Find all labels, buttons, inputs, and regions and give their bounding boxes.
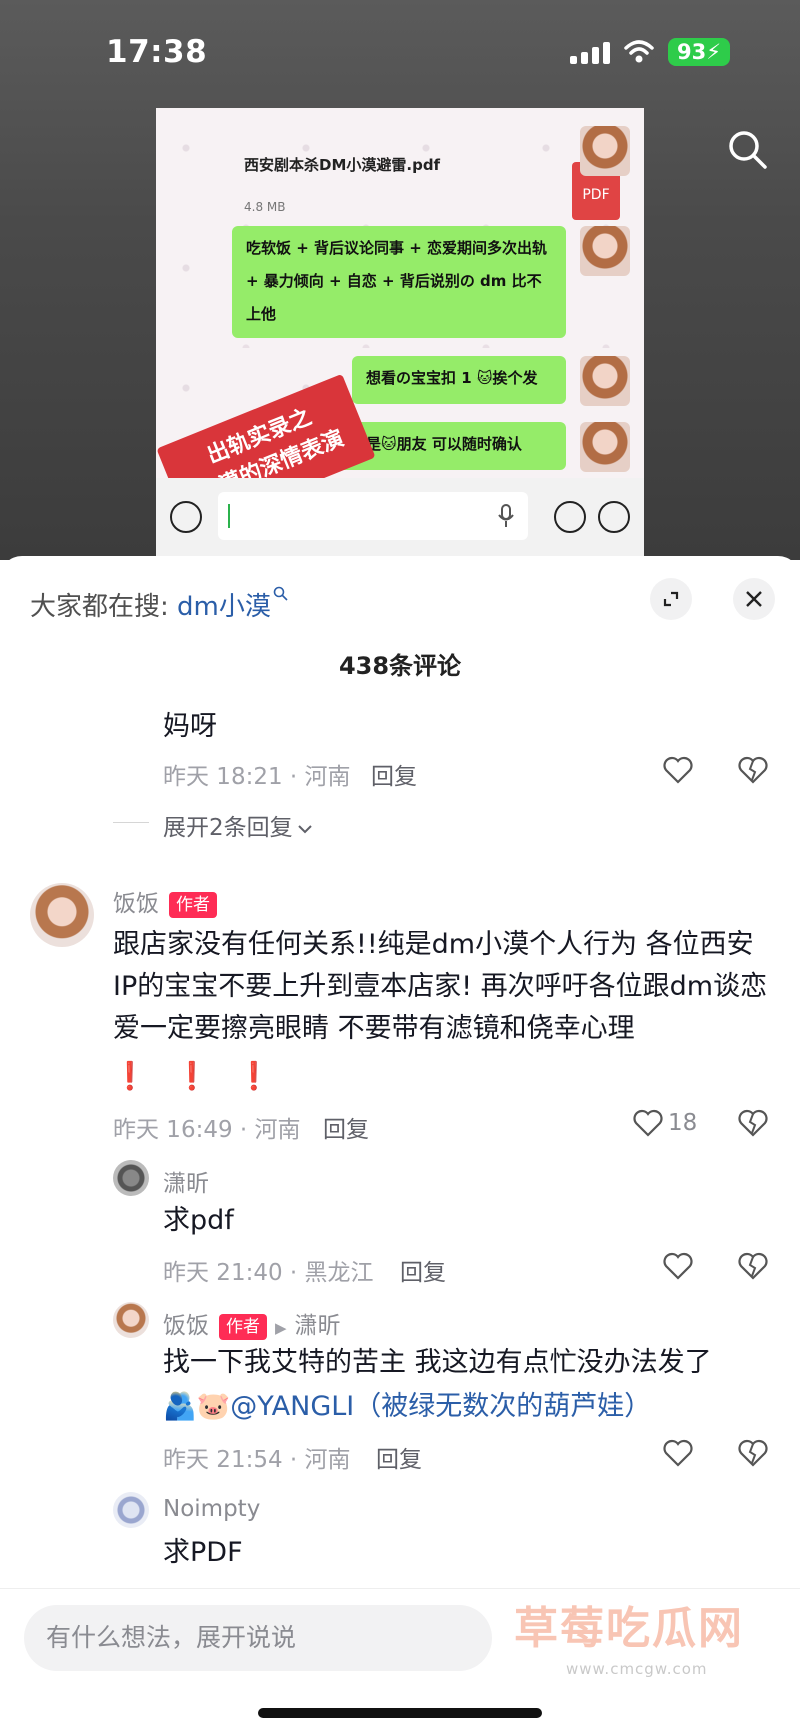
close-icon[interactable] (733, 578, 775, 620)
search-icon (273, 586, 288, 601)
chat-bubble: 吃软饭 + 背后议论同事 + 恋爱期间多次出轨+ 暴力倾向 + 自恋 + 背后说… (232, 226, 566, 338)
comment-author[interactable]: 饭饭 作者 ▶ 潇昕 (163, 1306, 341, 1340)
author-badge: 作者 (169, 891, 217, 918)
reply-to-name: 潇昕 (294, 1313, 341, 1339)
avatar[interactable] (30, 883, 94, 947)
like-heart-icon[interactable] (662, 1438, 694, 1468)
avatar[interactable] (113, 1160, 149, 1196)
chat-input-bar (156, 478, 644, 556)
dislike-heart-icon[interactable] (737, 1438, 769, 1468)
file-size: 4.8 MB (244, 200, 286, 214)
like-heart-icon[interactable] (662, 1251, 694, 1281)
status-indicators: 93⚡ (570, 38, 730, 66)
reply-arrow-icon: ▶ (275, 1319, 287, 1337)
mention-link[interactable]: @YANGLI（被绿无数次的葫芦娃） (230, 1391, 651, 1422)
cellular-signal-icon (570, 40, 611, 64)
video-frame[interactable]: 西安剧本杀DM小漠避雷.pdf 4.8 MB PDF 吃软饭 + 背后议论同事 … (156, 108, 644, 556)
battery-level: 93 (677, 40, 707, 64)
comment-meta: 昨天 21:54 · 河南 (163, 1447, 351, 1473)
comment-text: 妈呀 (163, 711, 217, 742)
voice-icon (170, 501, 202, 533)
comment-author[interactable]: 潇昕 (163, 1164, 209, 1198)
comment-text: 求pdf (163, 1205, 234, 1236)
chat-avatar (580, 422, 630, 472)
hot-search[interactable]: 大家都在搜: dm小漠 (30, 586, 289, 623)
dislike-heart-icon[interactable] (737, 1251, 769, 1281)
author-name: 饭饭 (113, 891, 159, 917)
search-icon[interactable] (726, 128, 768, 170)
like-heart-icon[interactable] (632, 1108, 664, 1138)
reply-button[interactable]: 回复 (323, 1110, 369, 1144)
microphone-icon (498, 504, 514, 527)
comment-input[interactable]: 有什么想法，展开说说 (24, 1605, 492, 1671)
comment-text: 找一下我艾特的苦主 我这边有点忙没办法发了 (163, 1347, 712, 1378)
avatar[interactable] (113, 1492, 149, 1528)
comment-emoji-mention: 🫂🐷@YANGLI（被绿无数次的葫芦娃） (163, 1386, 651, 1428)
battery-indicator: 93⚡ (668, 38, 730, 66)
hot-search-prefix: 大家都在搜: (30, 592, 169, 622)
chevron-down-icon (297, 825, 312, 834)
wifi-icon (624, 40, 654, 63)
author-name: 饭饭 (163, 1313, 209, 1339)
avatar[interactable] (113, 1302, 149, 1338)
dislike-heart-icon[interactable] (737, 1108, 769, 1138)
comment-emoji: 🫂🐷 (163, 1391, 231, 1422)
comment-author[interactable]: Noimpty (163, 1496, 260, 1522)
plus-icon (598, 501, 630, 533)
like-heart-icon[interactable] (662, 755, 694, 785)
comment-text: 跟店家没有任何关系!!纯是dm小漠个人行为 各位西安IP的宝宝不要上升到壹本店家… (113, 929, 768, 1044)
chat-input-field (218, 492, 528, 540)
comment-count: 438条评论 (338, 652, 462, 680)
dislike-heart-icon[interactable] (737, 755, 769, 785)
expand-replies-button[interactable]: 展开2条回复 (163, 808, 313, 842)
like-count: 18 (668, 1110, 698, 1136)
home-indicator (258, 1708, 542, 1718)
pdf-label: PDF (582, 187, 610, 203)
chat-avatar (580, 126, 630, 176)
watermark-text: 草莓吃瓜网 (514, 1603, 744, 1654)
status-time: 17:38 (106, 34, 208, 70)
expand-replies-label: 展开2条回复 (163, 815, 293, 841)
comment-emoji: ❗ ❗ ❗ (113, 1061, 282, 1092)
comment-author[interactable]: 饭饭 作者 (113, 884, 217, 918)
chat-avatar (580, 356, 630, 406)
comment-sheet: 大家都在搜: dm小漠 438条评论 (0, 556, 800, 1735)
emoji-icon (554, 501, 586, 533)
chat-bubble: 想看の宝宝扣 1 🐱挨个发 (352, 356, 566, 404)
hot-search-term[interactable]: dm小漠 (177, 592, 271, 622)
author-badge: 作者 (219, 1313, 267, 1340)
comment-meta: 昨天 21:40 · 黑龙江 (163, 1260, 374, 1286)
watermark-url: www.cmcgw.com (566, 1660, 708, 1678)
comment-meta: 昨天 18:21 · 河南 (163, 764, 351, 790)
comment-text: 求PDF (163, 1537, 243, 1568)
reply-button[interactable]: 回复 (376, 1440, 422, 1474)
expand-icon[interactable] (650, 578, 692, 620)
reply-button[interactable]: 回复 (400, 1253, 446, 1287)
reply-button[interactable]: 回复 (371, 757, 417, 791)
chat-avatar (580, 226, 630, 276)
file-name: 西安剧本杀DM小漠避雷.pdf (244, 156, 441, 174)
pdf-file-card: 西安剧本杀DM小漠避雷.pdf 4.8 MB PDF (228, 128, 620, 220)
comment-meta: 昨天 16:49 · 河南 (113, 1117, 301, 1143)
